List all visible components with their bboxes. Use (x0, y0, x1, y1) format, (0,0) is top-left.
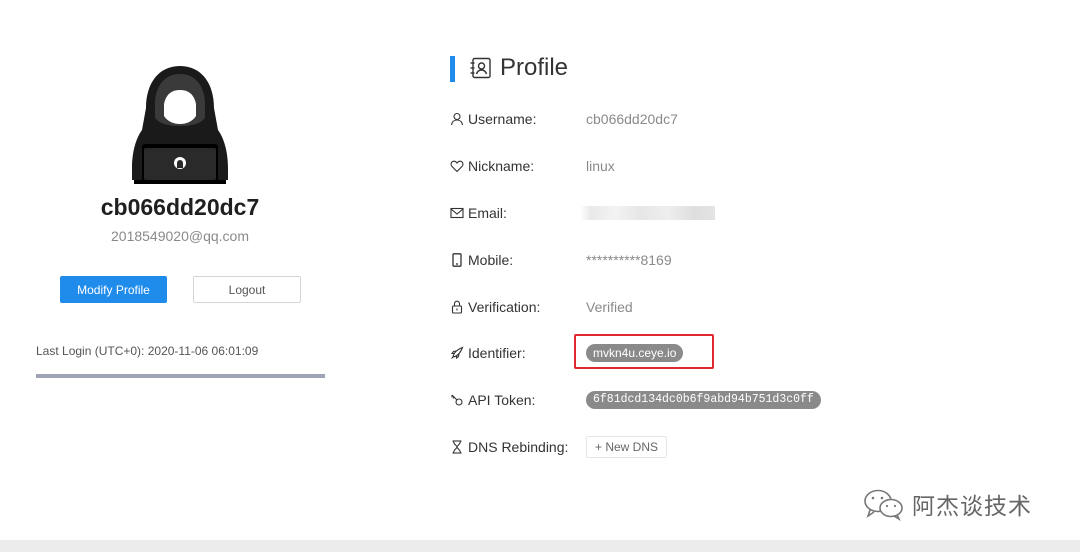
phone-icon (452, 253, 462, 267)
username-label-text: Username: (468, 111, 537, 127)
api-token-label: API Token: (450, 390, 535, 410)
key-icon (451, 394, 463, 406)
last-login-text: Last Login (UTC+0): 2020-11-06 06:01:09 (36, 344, 259, 358)
new-dns-button[interactable]: + New DNS (586, 436, 668, 458)
identifier-highlight-box (574, 334, 714, 369)
email-label-text: Email: (468, 205, 507, 221)
mobile-value: **********8169 (586, 252, 672, 268)
lock-icon (451, 300, 463, 314)
dns-rebinding-label-text: DNS Rebinding: (468, 439, 569, 455)
hacker-avatar-icon (132, 66, 228, 184)
user-icon (450, 112, 464, 126)
progress-fill (36, 374, 325, 378)
email-value-redacted (580, 203, 715, 223)
identifier-label: Identifier: (450, 343, 526, 363)
verification-value: Verified (586, 299, 633, 315)
username-label: Username: (450, 109, 536, 129)
nickname-label-text: Nickname: (468, 158, 535, 174)
username-value: cb066dd20dc7 (586, 111, 678, 127)
verification-label: Verification: (450, 297, 540, 317)
profile-accent-bar (450, 56, 455, 82)
dns-rebinding-label: DNS Rebinding: (450, 437, 568, 457)
api-token-value: 6f81dcd134dc0b6f9abd94b751d3c0ff (586, 390, 821, 410)
rocket-icon (450, 346, 464, 360)
redacted-block (580, 206, 715, 220)
wechat-icon (864, 489, 903, 521)
watermark-text: 阿杰谈技术 (912, 494, 1032, 520)
username-heading: cb066dd20dc7 (100, 194, 260, 220)
user-email: 2018549020@qq.com (111, 228, 249, 244)
modify-profile-button[interactable]: Modify Profile (60, 276, 167, 303)
mobile-label-text: Mobile: (468, 252, 514, 268)
footer-strip (0, 540, 1080, 552)
nickname-label: Nickname: (450, 156, 534, 176)
mobile-label: Mobile: (450, 250, 513, 270)
api-token-pill[interactable]: 6f81dcd134dc0b6f9abd94b751d3c0ff (586, 391, 821, 409)
email-label: Email: (450, 203, 507, 223)
progress-bar (36, 374, 325, 378)
profile-title: Profile (500, 54, 569, 81)
hourglass-icon (452, 440, 462, 454)
mail-icon (450, 207, 464, 219)
heart-icon (450, 160, 464, 173)
api-token-label-text: API Token: (468, 392, 536, 408)
identifier-label-text: Identifier: (468, 345, 526, 361)
nickname-value: linux (586, 158, 615, 174)
dns-rebinding-value: + New DNS (586, 436, 668, 458)
verification-label-text: Verification: (468, 299, 541, 315)
wechat-watermark: 阿杰谈技术 (862, 487, 1032, 521)
logout-button[interactable]: Logout (193, 276, 301, 303)
contact-card-icon (470, 57, 491, 79)
